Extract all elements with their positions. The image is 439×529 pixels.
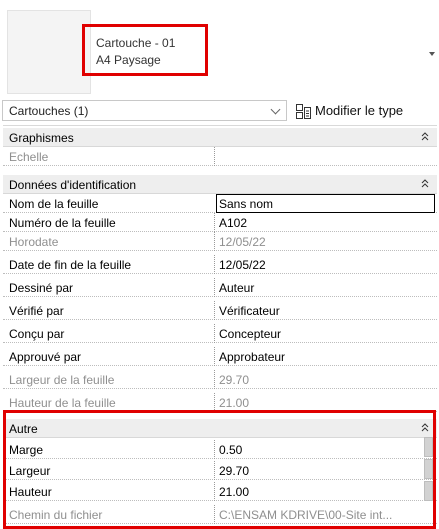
param-row-concu[interactable]: Conçu par Concepteur [3,324,437,343]
scrollbar-segment[interactable] [424,459,433,479]
instance-filter-select[interactable]: Cartouches (1) [2,100,287,121]
column-divider [214,347,215,366]
dropdown-arrow-icon[interactable] [429,52,435,56]
param-value[interactable]: 0.50 [219,443,419,457]
param-value[interactable]: Vérificateur [219,304,419,318]
param-row-horodate: Horodate 12/05/22 [3,232,437,251]
group-header-graphismes[interactable]: Graphismes [3,128,437,147]
param-name: Conçu par [9,327,65,341]
column-divider [214,232,215,251]
param-value[interactable]: Sans nom [219,197,419,211]
param-name: Nom de la feuille [9,197,99,211]
column-divider [214,255,215,274]
param-value[interactable]: A102 [219,216,419,230]
param-value: 29.70 [219,373,250,387]
collapse-icon[interactable] [421,423,429,433]
param-row-marge[interactable]: Marge 0.50 [3,440,437,459]
edit-type-label: Modifier le type [315,103,404,118]
column-divider [214,301,215,320]
group-label: Graphismes [9,131,74,145]
param-name: Marge [9,443,44,457]
column-divider [214,505,215,524]
properties-grid: Graphismes Echelle Données d'identificat… [3,125,437,529]
type-preview-thumbnail [7,10,91,94]
param-value[interactable]: Auteur [219,281,419,295]
param-row-hauteur-feuille: Hauteur de la feuille 21.00 [3,393,437,412]
param-row-approuve[interactable]: Approuvé par Approbateur [3,347,437,366]
type-selector[interactable]: Cartouche - 01 A4 Paysage [0,0,439,98]
param-name: Largeur [9,464,51,478]
group-label: Données d'identification [9,178,137,192]
type-name-highlight: Cartouche - 01 A4 Paysage [82,24,208,76]
scrollbar-segment[interactable] [424,437,433,457]
param-row-chemin: Chemin du fichier C:\ENSAM KDRIVE\00-Sit… [3,505,437,524]
scrollbar-segment[interactable] [424,481,433,501]
column-divider [214,393,215,412]
param-value: 21.00 [219,396,250,410]
column-divider [214,370,215,389]
param-name: Vérifié par [9,304,64,318]
param-row-numero[interactable]: Numéro de la feuille A102 [3,213,437,232]
param-row-hauteur[interactable]: Hauteur 21.00 [3,482,437,501]
param-row-verifie[interactable]: Vérifié par Vérificateur [3,301,437,320]
column-divider [214,147,215,166]
param-row-largeur-feuille: Largeur de la feuille 29.70 [3,370,437,389]
collapse-icon[interactable] [421,179,429,189]
filter-row: Cartouches (1) Modifier le type [0,98,439,124]
param-name: Hauteur [9,485,52,499]
param-name: Approuvé par [9,350,82,364]
param-name: Echelle [9,150,49,164]
param-row-echelle: Echelle [3,147,437,166]
param-value: C:\ENSAM KDRIVE\00-Site int... [219,508,393,522]
group-header-autre[interactable]: Autre [3,419,437,438]
param-value[interactable]: 21.00 [219,485,419,499]
param-value[interactable]: Approbateur [219,350,419,364]
type-name: A4 Paysage [96,53,161,67]
collapse-icon[interactable] [421,132,429,142]
param-row-nom-feuille[interactable]: Nom de la feuille Sans nom [3,194,437,213]
group-header-identification[interactable]: Données d'identification [3,175,437,194]
group-label: Autre [9,422,38,436]
param-name: Largeur de la feuille [9,373,115,387]
column-divider [214,461,215,480]
column-divider [214,213,215,232]
param-name: Chemin du fichier [9,508,103,522]
param-value[interactable]: 12/05/22 [219,258,419,272]
param-name: Date de fin de la feuille [9,258,132,272]
chevron-down-icon [270,104,281,115]
param-row-dessine[interactable]: Dessiné par Auteur [3,278,437,297]
param-name: Dessiné par [9,281,74,295]
grid-scrollbar[interactable] [424,435,435,513]
param-name: Hauteur de la feuille [9,396,116,410]
column-divider [214,440,215,459]
column-divider [214,278,215,297]
param-name: Numéro de la feuille [9,216,116,230]
edit-type-icon [296,103,311,119]
column-divider [214,324,215,343]
column-divider [214,482,215,501]
param-value[interactable]: Concepteur [219,327,419,341]
param-name: Horodate [9,235,59,249]
edit-type-button[interactable]: Modifier le type [296,99,437,122]
param-value: 12/05/22 [219,235,266,249]
param-row-largeur[interactable]: Largeur 29.70 [3,461,437,480]
type-family-name: Cartouche - 01 [96,36,176,50]
param-row-date-fin[interactable]: Date de fin de la feuille 12/05/22 [3,255,437,274]
filter-selected-label: Cartouches (1) [9,104,89,118]
param-value[interactable]: 29.70 [219,464,419,478]
